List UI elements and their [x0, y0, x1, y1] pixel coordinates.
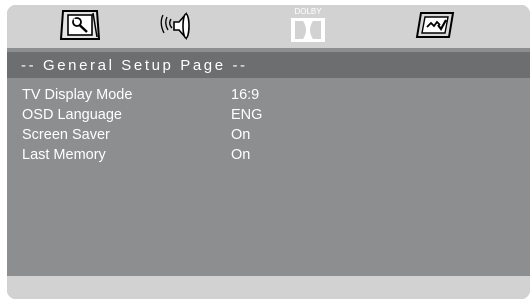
- setting-value[interactable]: On: [231, 147, 250, 163]
- setting-label: OSD Language: [22, 107, 122, 123]
- page-header: -- General Setup Page --: [7, 52, 530, 78]
- setting-value[interactable]: On: [231, 127, 250, 143]
- speaker-icon: [160, 11, 190, 41]
- setting-osd-language[interactable]: OSD Language ENG: [22, 107, 502, 127]
- setting-screen-saver[interactable]: Screen Saver On: [22, 127, 502, 147]
- dolby-label: DOLBY: [294, 7, 322, 16]
- tv-wrench-icon: [59, 10, 101, 40]
- picture-check-icon: [415, 12, 455, 38]
- setting-label: TV Display Mode: [22, 87, 133, 103]
- setting-value[interactable]: ENG: [231, 107, 262, 123]
- setup-menu-window: DOLBY -- General Setup Page -- TV Displa…: [7, 5, 530, 299]
- tab-dolby-setup[interactable]: DOLBY: [286, 6, 330, 46]
- footer-bar: [7, 276, 530, 299]
- setting-label: Screen Saver: [22, 127, 110, 143]
- setting-last-memory[interactable]: Last Memory On: [22, 147, 502, 167]
- page-title: -- General Setup Page --: [21, 57, 248, 74]
- tab-audio-setup[interactable]: [155, 9, 199, 43]
- dolby-icon: DOLBY: [291, 7, 325, 42]
- setup-toolbar: DOLBY: [7, 5, 530, 48]
- settings-list: TV Display Mode 16:9 OSD Language ENG Sc…: [22, 87, 502, 167]
- tab-general-setup[interactable]: [58, 9, 102, 41]
- setting-label: Last Memory: [22, 147, 106, 163]
- tab-video-setup[interactable]: [415, 9, 455, 41]
- setting-value[interactable]: 16:9: [231, 87, 259, 103]
- setting-tv-display-mode[interactable]: TV Display Mode 16:9: [22, 87, 502, 107]
